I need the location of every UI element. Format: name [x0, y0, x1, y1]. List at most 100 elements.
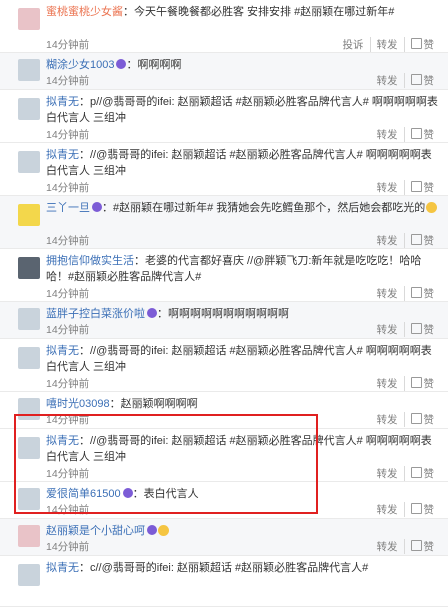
comment-actions: 转发 赞 [371, 412, 441, 427]
comment-time: 14分钟前 [46, 39, 90, 51]
comment-item: 三丫一旦 ：#赵丽颖在哪过新年# 我猜她会先吃鳕鱼那个，然后她会都吃光的 14分钟… [0, 196, 448, 249]
avatar[interactable] [18, 308, 40, 330]
comment-username[interactable]: 拟青无 [46, 345, 79, 357]
thumbs-up-icon [410, 128, 422, 139]
comment-username[interactable]: 嘻时光03098 [46, 398, 110, 410]
thumbs-up-icon [410, 181, 422, 192]
comment-item: 蜜桃蜜桃少女酱：今天午餐晚餐都必胜客 安排安排 #赵丽颖在哪过新年# 14分钟前… [0, 0, 448, 53]
comment-text: ：今天午餐晚餐都必胜客 安排安排 #赵丽颖在哪过新年# [123, 6, 395, 18]
comment-username[interactable]: 蜜桃蜜桃少女酱 [46, 6, 123, 18]
comment-username[interactable]: 拟青无 [46, 149, 79, 161]
thumbs-up-icon [410, 323, 422, 334]
comment-actions: 转发 赞 [371, 322, 441, 337]
like-button[interactable]: 赞 [403, 286, 441, 301]
like-button[interactable]: 赞 [403, 73, 441, 88]
emoji-icon [426, 202, 438, 213]
comment-username[interactable]: 三丫一旦 [46, 202, 90, 214]
comment-time: 14分钟前 [46, 541, 90, 553]
thumbs-up-icon [410, 503, 422, 514]
comment-text: ：//@翡哥哥的ifei: 赵丽颖超话 #赵丽颖必胜客品牌代言人# 啊啊啊啊啊表… [46, 149, 432, 177]
comment-item: 拟青无：c//@翡哥哥的ifei: 赵丽颖超话 #赵丽颖必胜客品牌代言人# [0, 556, 448, 607]
comment-text: ：p//@翡哥哥的ifei: 赵丽颖超话 #赵丽颖必胜客品牌代言人# 啊啊啊啊啊… [46, 96, 438, 124]
comment-actions: 转发 赞 [371, 233, 441, 248]
comment-feed: 蜜桃蜜桃少女酱：今天午餐晚餐都必胜客 安排安排 #赵丽颖在哪过新年# 14分钟前… [0, 0, 448, 607]
comment-username[interactable]: 赵丽颖是个小甜心呵 [46, 525, 145, 537]
thumbs-up-icon [410, 413, 422, 424]
comment-actions: 转发 赞 [371, 180, 441, 195]
comment-username[interactable]: 拥抱信仰做实生活 [46, 255, 134, 267]
vip-badge-icon [147, 525, 157, 535]
repost-button[interactable]: 转发 [371, 466, 404, 481]
repost-button[interactable]: 转发 [371, 322, 404, 337]
repost-button[interactable]: 转发 [371, 539, 404, 554]
comment-actions: 转发 赞 [371, 73, 441, 88]
avatar[interactable] [18, 347, 40, 369]
like-button[interactable]: 赞 [403, 466, 441, 481]
comment-actions: 转发 赞 [371, 502, 441, 517]
comment-actions: 投诉 转发 赞 [337, 37, 441, 52]
comment-item: 赵丽颖是个小甜心呵 14分钟前 转发 赞 [0, 519, 448, 556]
repost-button[interactable]: 转发 [371, 233, 404, 248]
comment-text: ：//@翡哥哥的ifei: 赵丽颖超话 #赵丽颖必胜客品牌代言人# 啊啊啊啊啊表… [46, 345, 432, 373]
repost-button[interactable]: 转发 [371, 180, 404, 195]
repost-button[interactable]: 转发 [371, 376, 404, 391]
comment-time: 14分钟前 [46, 288, 90, 300]
thumbs-up-icon [410, 540, 422, 551]
highlight-box [14, 414, 318, 514]
repost-button[interactable]: 转发 [371, 286, 404, 301]
comment-actions: 转发 赞 [371, 466, 441, 481]
avatar[interactable] [18, 98, 40, 120]
like-button[interactable]: 赞 [403, 502, 441, 517]
comment-item: 拟青无：p//@翡哥哥的ifei: 赵丽颖超话 #赵丽颖必胜客品牌代言人# 啊啊… [0, 90, 448, 143]
thumbs-up-icon [410, 74, 422, 85]
repost-button[interactable]: 转发 [371, 412, 404, 427]
comment-text: ：赵丽颖啊啊啊啊 [109, 398, 198, 410]
thumbs-up-icon [410, 467, 422, 478]
like-button[interactable]: 赞 [403, 180, 441, 195]
like-button[interactable]: 赞 [403, 233, 441, 248]
repost-button[interactable]: 转发 [371, 73, 404, 88]
thumbs-up-icon [410, 38, 422, 49]
like-button[interactable]: 赞 [403, 376, 441, 391]
like-button[interactable]: 赞 [403, 127, 441, 142]
report-button[interactable]: 投诉 [337, 37, 370, 52]
comment-time: 14分钟前 [46, 324, 90, 336]
repost-button[interactable]: 转发 [371, 127, 404, 142]
like-button[interactable]: 赞 [403, 539, 441, 554]
comment-text: ：c//@翡哥哥的ifei: 赵丽颖超话 #赵丽颖必胜客品牌代言人# [79, 562, 369, 574]
comment-actions: 转发 赞 [371, 376, 441, 391]
repost-button[interactable]: 转发 [369, 37, 404, 52]
comment-item: 拟青无：//@翡哥哥的ifei: 赵丽颖超话 #赵丽颖必胜客品牌代言人# 啊啊啊… [0, 143, 448, 196]
comment-time: 14分钟前 [46, 235, 90, 247]
comment-username[interactable]: 拟青无 [46, 96, 79, 108]
like-button[interactable]: 赞 [403, 412, 441, 427]
comment-time: 14分钟前 [46, 75, 90, 87]
comment-username[interactable]: 蓝胖子控白菜涨价啦 [46, 308, 145, 320]
like-button[interactable]: 赞 [403, 37, 441, 52]
comment-item: 拥抱信仰做实生活：老婆的代言都好喜庆 //@胖颖飞刀:新年就是吃吃吃！哈哈哈！#… [0, 249, 448, 302]
avatar[interactable] [18, 8, 40, 30]
avatar[interactable] [18, 525, 40, 547]
comment-item: 蓝胖子控白菜涨价啦 ：啊啊啊啊啊啊啊啊啊啊啊 14分钟前 转发 赞 [0, 302, 448, 339]
vip-badge-icon [116, 59, 127, 69]
avatar[interactable] [18, 151, 40, 173]
comment-text: ：啊啊啊啊 [126, 59, 182, 71]
thumbs-up-icon [410, 287, 422, 298]
avatar[interactable] [18, 564, 40, 586]
avatar[interactable] [18, 257, 40, 279]
comment-text: ：啊啊啊啊啊啊啊啊啊啊啊 [157, 308, 289, 320]
avatar[interactable] [18, 204, 40, 226]
vip-badge-icon [147, 308, 157, 318]
avatar[interactable] [18, 59, 40, 81]
like-button[interactable]: 赞 [403, 322, 441, 337]
comment-time: 14分钟前 [46, 182, 90, 194]
vip-badge-icon [92, 202, 102, 212]
comment-item: 糊涂少女1003 ：啊啊啊啊 14分钟前 转发 赞 [0, 53, 448, 90]
thumbs-up-icon [410, 377, 422, 388]
comment-actions: 转发 赞 [371, 539, 441, 554]
comment-username[interactable]: 糊涂少女1003 [46, 59, 114, 71]
repost-button[interactable]: 转发 [371, 502, 404, 517]
comment-username[interactable]: 拟青无 [46, 562, 79, 574]
comment-actions: 转发 赞 [371, 127, 441, 142]
emoji-icon [158, 525, 169, 536]
